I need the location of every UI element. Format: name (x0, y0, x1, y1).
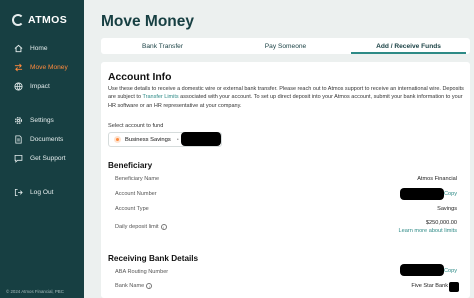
redacted-copy (449, 282, 459, 292)
atmos-logo-icon (12, 14, 24, 26)
beneficiary-name-label: Beneficiary Name (115, 176, 160, 182)
sidebar-item-label: Move Money (30, 64, 68, 71)
account-separator: • (176, 136, 179, 143)
sidebar-item-move-money[interactable]: Move Money (14, 63, 68, 72)
sidebar-item-documents[interactable]: Documents (14, 135, 63, 144)
sidebar-item-home[interactable]: Home (14, 44, 48, 53)
document-icon (14, 135, 23, 144)
info-icon[interactable]: i (146, 283, 153, 289)
tab-pay-someone[interactable]: Pay Someone (224, 38, 347, 54)
tab-add-receive-funds[interactable]: Add / Receive Funds (347, 38, 470, 54)
beneficiary-name-value: Atmos Financial (417, 176, 457, 182)
selected-account-name: Business Savings (125, 136, 171, 143)
brand-logo[interactable]: ATMOS (12, 14, 67, 26)
page-title: Move Money (101, 13, 195, 30)
tab-bank-transfer[interactable]: Bank Transfer (101, 38, 224, 54)
gear-icon (14, 116, 23, 125)
account-info-description: Use these details to receive a domestic … (108, 85, 464, 110)
daily-limit-value: $250,000.00 (425, 220, 457, 226)
select-account-label: Select account to fund (108, 123, 164, 129)
sidebar-footer: © 2024 Atmos Financial, PBC (6, 289, 64, 294)
daily-limit-label-row: Daily deposit limit i (115, 224, 167, 230)
sidebar-item-label: Documents (30, 136, 64, 143)
beneficiary-title: Beneficiary (108, 161, 153, 170)
sidebar-item-settings[interactable]: Settings (14, 116, 54, 125)
sidebar-item-label: Settings (30, 117, 54, 124)
sidebar-item-get-support[interactable]: Get Support (14, 154, 66, 163)
account-number-label: Account Number (115, 191, 157, 197)
receiving-bank-title: Receiving Bank Details (108, 254, 199, 263)
savings-account-icon (114, 136, 121, 143)
account-info-title: Account Info (108, 72, 172, 83)
account-type-label: Account Type (115, 206, 149, 212)
sidebar-item-log-out[interactable]: Log Out (14, 188, 53, 197)
redacted-account-number (181, 132, 221, 146)
sidebar-item-label: Home (30, 45, 48, 52)
account-info-card: Account Info Use these details to receiv… (101, 62, 470, 298)
sidebar: ATMOS Home Move Money Impact Settings Do… (0, 0, 84, 298)
copy-account-number-button[interactable]: Copy (444, 191, 457, 197)
redacted-account-number (400, 188, 444, 200)
home-icon (14, 44, 23, 53)
transfer-limits-link[interactable]: Transfer Limits (142, 94, 178, 100)
tab-bar: Bank Transfer Pay Someone Add / Receive … (101, 38, 470, 54)
learn-more-limits-link[interactable]: Learn more about limits (399, 228, 457, 234)
chat-bubble-icon (14, 154, 23, 163)
sidebar-item-label: Log Out (30, 189, 54, 196)
redacted-routing-number (400, 264, 444, 276)
globe-icon (14, 82, 23, 91)
bank-name-label-row: Bank Name i (115, 283, 153, 289)
bank-name-value: Five Star Bank (411, 283, 448, 289)
account-type-value: Savings (437, 206, 457, 212)
transfer-arrows-icon (14, 63, 23, 72)
logout-icon (14, 188, 23, 197)
aba-routing-label: ABA Routing Number (115, 269, 169, 275)
sidebar-item-impact[interactable]: Impact (14, 82, 50, 91)
sidebar-item-label: Impact (30, 83, 50, 90)
bank-name-label: Bank Name (115, 283, 145, 289)
copy-routing-number-button[interactable]: Copy (444, 268, 457, 274)
sidebar-item-label: Get Support (30, 155, 66, 162)
brand-name: ATMOS (28, 14, 68, 26)
info-icon[interactable]: i (160, 224, 167, 230)
daily-limit-label: Daily deposit limit (115, 224, 159, 230)
